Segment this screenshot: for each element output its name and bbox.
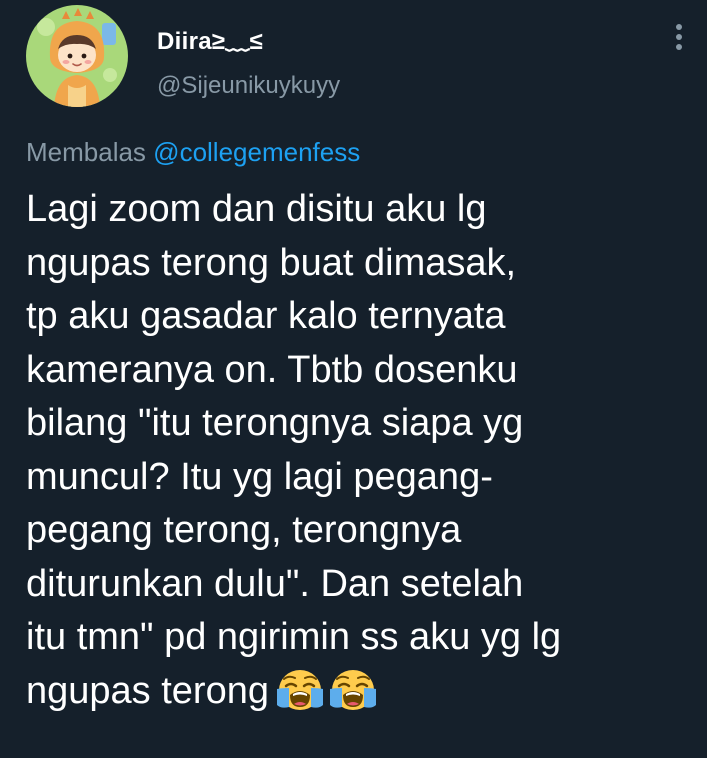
user-handle[interactable]: @Sijeunikuykuyy: [157, 72, 340, 100]
emoji-group: [275, 667, 381, 729]
loudly-crying-face-icon: [275, 667, 325, 713]
more-vertical-icon[interactable]: [662, 16, 696, 56]
avatar[interactable]: [26, 5, 128, 107]
tweet-line-text: ngupas terong: [26, 669, 269, 712]
tweet-line: Lagi zoom dan disitu aku lg: [26, 188, 487, 230]
tweet-line: pegang terong, terongnya: [26, 509, 462, 551]
tweet-line: bilang "itu terongnya siapa yg: [26, 402, 524, 444]
tweet-line: itu tmn" pd ngirimin ss aku yg lg: [26, 616, 562, 658]
tweet-line: diturunkan dulu". Dan setelah: [26, 562, 524, 605]
reply-prefix: Membalas: [26, 137, 146, 167]
reply-context: Membalas @collegemenfess: [26, 137, 360, 168]
avatar-image: [26, 5, 128, 107]
tweet-line: muncul? Itu yg lagi pegang-: [26, 455, 493, 498]
tweet-line: ngupas terong buat dimasak,: [26, 241, 517, 284]
tweet-text: Lagi zoom dan disitu aku lg ngupas teron…: [26, 183, 696, 718]
tweet-card: Diira≥﹏≤ @Sijeunikuykuyy Membalas @colle…: [0, 0, 707, 758]
tweet-line: kameranya on. Tbtb dosenku: [26, 348, 518, 391]
display-name[interactable]: Diira≥﹏≤: [157, 21, 263, 56]
loudly-crying-face-icon: [328, 667, 378, 713]
reply-mention-link[interactable]: @collegemenfess: [153, 137, 360, 167]
tweet-line-last: ngupas terong: [26, 665, 696, 719]
tweet-line: tp aku gasadar kalo ternyata: [26, 295, 506, 337]
